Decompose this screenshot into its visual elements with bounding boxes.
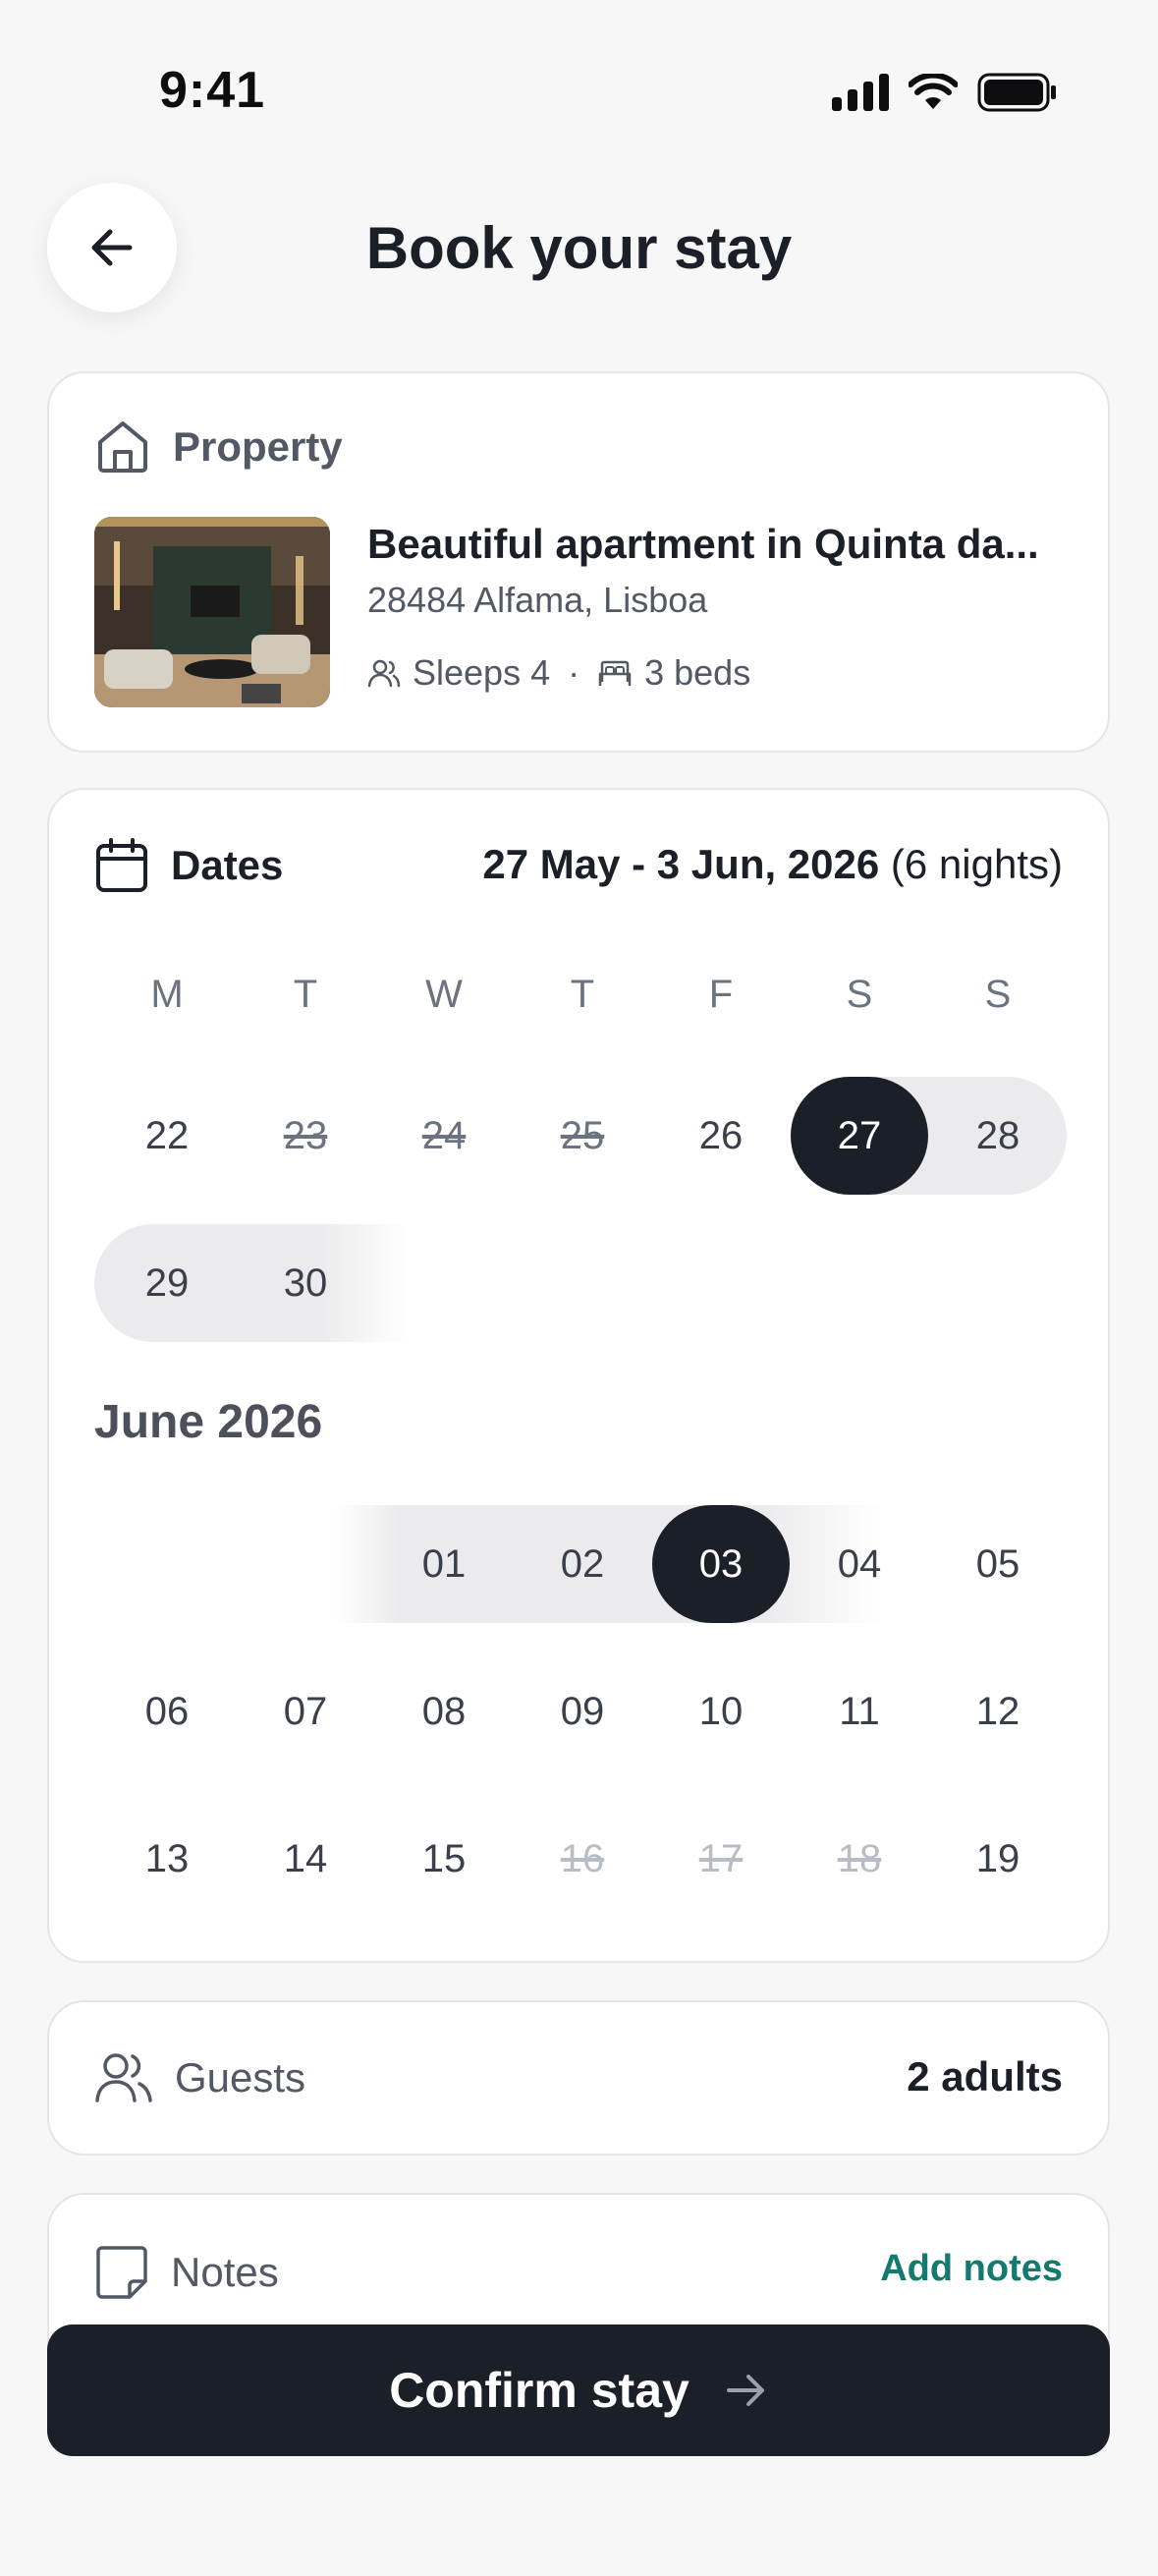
month-label-june: June 2026 <box>94 1396 323 1448</box>
property-header: Property <box>94 419 343 476</box>
day-jun-05[interactable]: 05 <box>929 1505 1067 1623</box>
day-jun-16: 16 <box>560 1836 605 1880</box>
property-name: Beautiful apartment in Quinta da... <box>367 521 1039 567</box>
notes-header: Notes <box>94 2244 279 2301</box>
weekday-fri: F <box>708 973 734 1016</box>
day-jun-15[interactable]: 15 <box>375 1800 513 1918</box>
day-may-26[interactable]: 26 <box>652 1077 790 1195</box>
note-icon <box>96 2246 147 2299</box>
day-may-25: 25 <box>560 1113 605 1157</box>
weekday-sat: S <box>846 973 873 1016</box>
guests-icon <box>95 2053 152 2102</box>
bed-icon <box>598 660 632 686</box>
battery-icon <box>977 73 1056 112</box>
property-meta: Sleeps 4 · 3 beds <box>367 652 750 694</box>
add-notes-link[interactable]: Add notes <box>880 2248 1063 2290</box>
day-jun-04[interactable]: 04 <box>791 1505 928 1623</box>
page-title: Book your stay <box>365 215 793 281</box>
day-jun-01[interactable]: 01 <box>375 1505 513 1623</box>
home-icon <box>98 421 147 473</box>
day-jun-03-selected-end[interactable]: 03 <box>652 1505 790 1623</box>
status-icons <box>832 73 1058 112</box>
day-jun-06[interactable]: 06 <box>98 1652 236 1770</box>
day-may-30[interactable]: 30 <box>237 1224 374 1342</box>
status-time: 9:41 <box>159 62 266 119</box>
guests-value[interactable]: 2 adults <box>907 2053 1063 2100</box>
signal-icon <box>832 74 889 111</box>
day-jun-18: 18 <box>837 1836 882 1880</box>
day-jun-10[interactable]: 10 <box>652 1652 790 1770</box>
status-bar: 9:41 <box>0 0 1158 187</box>
wifi-icon <box>909 74 958 109</box>
dates-card: Dates 27 May - 3 Jun, 2026 (6 nights) M … <box>47 788 1110 1963</box>
day-jun-02[interactable]: 02 <box>514 1505 651 1623</box>
day-jun-09[interactable]: 09 <box>514 1652 651 1770</box>
beds-text: 3 beds <box>644 652 751 693</box>
weekday-sun: S <box>984 973 1012 1016</box>
property-card[interactable]: Property Beautiful apartment in Quinta d… <box>47 371 1110 753</box>
day-jun-17: 17 <box>698 1836 744 1880</box>
day-jun-08[interactable]: 08 <box>375 1652 513 1770</box>
weekday-wed: W <box>425 973 463 1016</box>
day-may-27-selected-start[interactable]: 27 <box>791 1077 928 1195</box>
day-may-23: 23 <box>283 1113 328 1157</box>
guests-card[interactable]: Guests 2 adults <box>47 2000 1110 2156</box>
guests-header: Guests <box>94 2049 305 2106</box>
sleeps-text: Sleeps 4 <box>413 652 551 693</box>
nights-count: (6 nights) <box>890 841 1063 887</box>
day-jun-11[interactable]: 11 <box>791 1652 928 1770</box>
calendar-icon <box>96 838 147 892</box>
people-icon <box>367 659 401 688</box>
day-jun-19[interactable]: 19 <box>929 1800 1067 1918</box>
weekday-mon: M <box>150 973 184 1016</box>
day-may-24: 24 <box>421 1113 467 1157</box>
guests-label: Guests <box>175 2054 306 2100</box>
dates-range-text: 27 May - 3 Jun, 2026 <box>482 841 880 887</box>
meta-separator: · <box>568 652 580 693</box>
day-jun-14[interactable]: 14 <box>237 1800 374 1918</box>
dates-label: Dates <box>171 842 284 888</box>
confirm-stay-button[interactable]: Confirm stay <box>47 2324 1110 2456</box>
day-may-22[interactable]: 22 <box>98 1077 236 1195</box>
day-jun-07[interactable]: 07 <box>237 1652 374 1770</box>
confirm-stay-label: Confirm stay <box>389 2363 689 2418</box>
property-label: Property <box>173 423 343 470</box>
day-may-28[interactable]: 28 <box>929 1077 1067 1195</box>
weekday-thu: T <box>570 973 595 1016</box>
property-thumbnail[interactable] <box>94 517 330 707</box>
weekday-tue: T <box>293 973 318 1016</box>
dates-range-summary: 27 May - 3 Jun, 2026 (6 nights) <box>482 841 1063 888</box>
day-may-29[interactable]: 29 <box>98 1224 236 1342</box>
dates-header: Dates <box>94 837 283 894</box>
arrow-right-icon <box>726 2375 764 2406</box>
day-jun-12[interactable]: 12 <box>929 1652 1067 1770</box>
notes-label: Notes <box>171 2249 279 2295</box>
property-address: 28484 Alfama, Lisboa <box>367 580 708 620</box>
day-jun-13[interactable]: 13 <box>98 1800 236 1918</box>
